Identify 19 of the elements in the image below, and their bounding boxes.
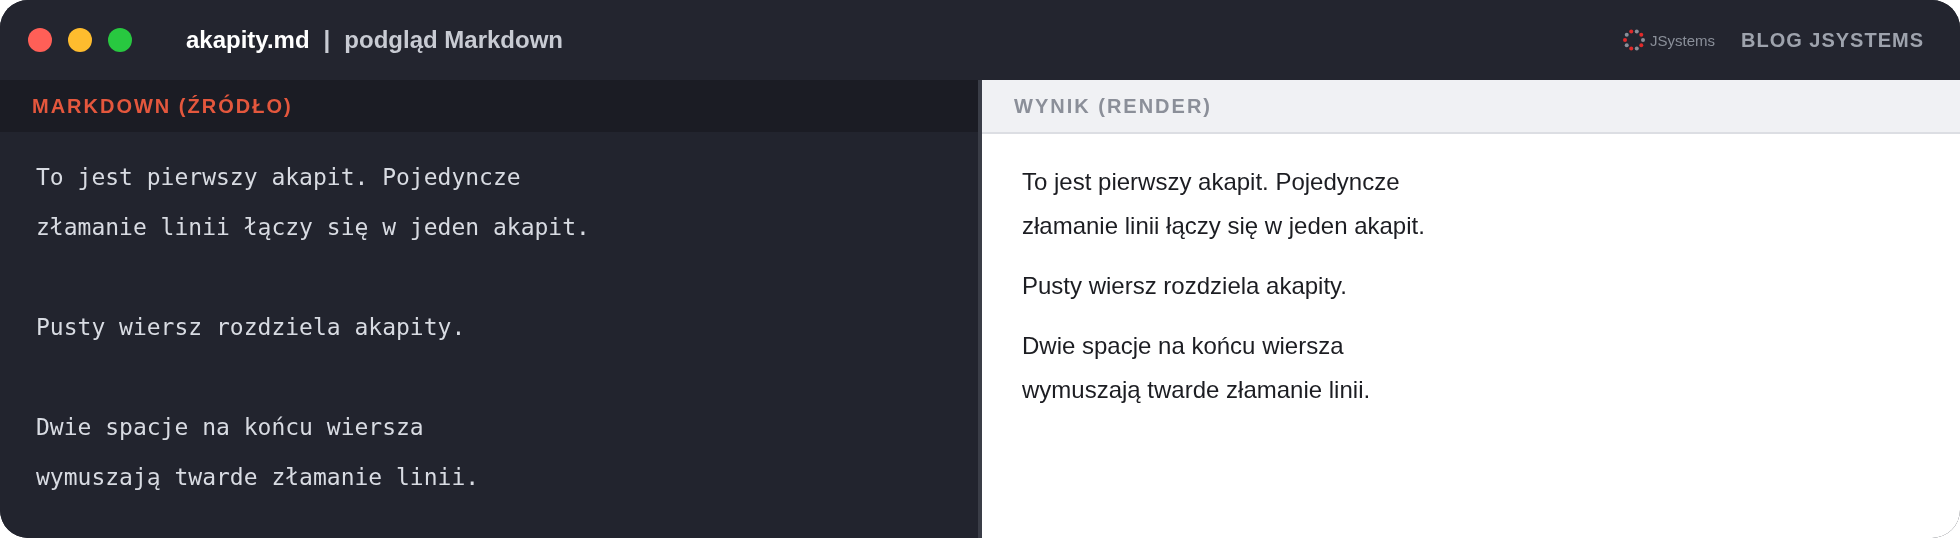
title-separator: | — [323, 26, 331, 54]
pane-title: WYNIK (RENDER) — [1014, 94, 1212, 118]
code-line: To jest pierwszy akapit. Pojedyncze — [36, 163, 522, 192]
close-button[interactable] — [28, 28, 52, 52]
code-line: wymuszają twarde złamanie linii. — [36, 463, 481, 492]
brand-title: BLOG JSYSTEMS — [1740, 28, 1924, 52]
logo-icon — [1621, 28, 1646, 52]
logo-text: JSystems — [1649, 31, 1715, 49]
window-subtitle: podgląd Markdown — [344, 26, 563, 54]
paragraph: To jest pierwszy akapit. Pojedyncze złamanie linii łączy się w jeden akapit. — [1022, 167, 1426, 241]
maximize-button[interactable] — [108, 28, 132, 52]
pane-title: MARKDOWN (ŹRÓDŁO) — [32, 94, 293, 118]
code-line: Pusty wiersz rozdziela akapity. — [36, 313, 467, 342]
code-line: Dwie spacje na końcu wiersza — [36, 413, 425, 442]
paragraph: Pusty wiersz rozdziela akapity. — [1022, 271, 1348, 301]
minimize-button[interactable] — [68, 28, 92, 52]
paragraph: Dwie spacje na końcu wiersza wymuszają twarde złamanie linii. — [1022, 331, 1372, 405]
code-line: złamanie linii łączy się w jeden akapit. — [36, 213, 591, 242]
file-name: akapity.md — [186, 26, 310, 54]
